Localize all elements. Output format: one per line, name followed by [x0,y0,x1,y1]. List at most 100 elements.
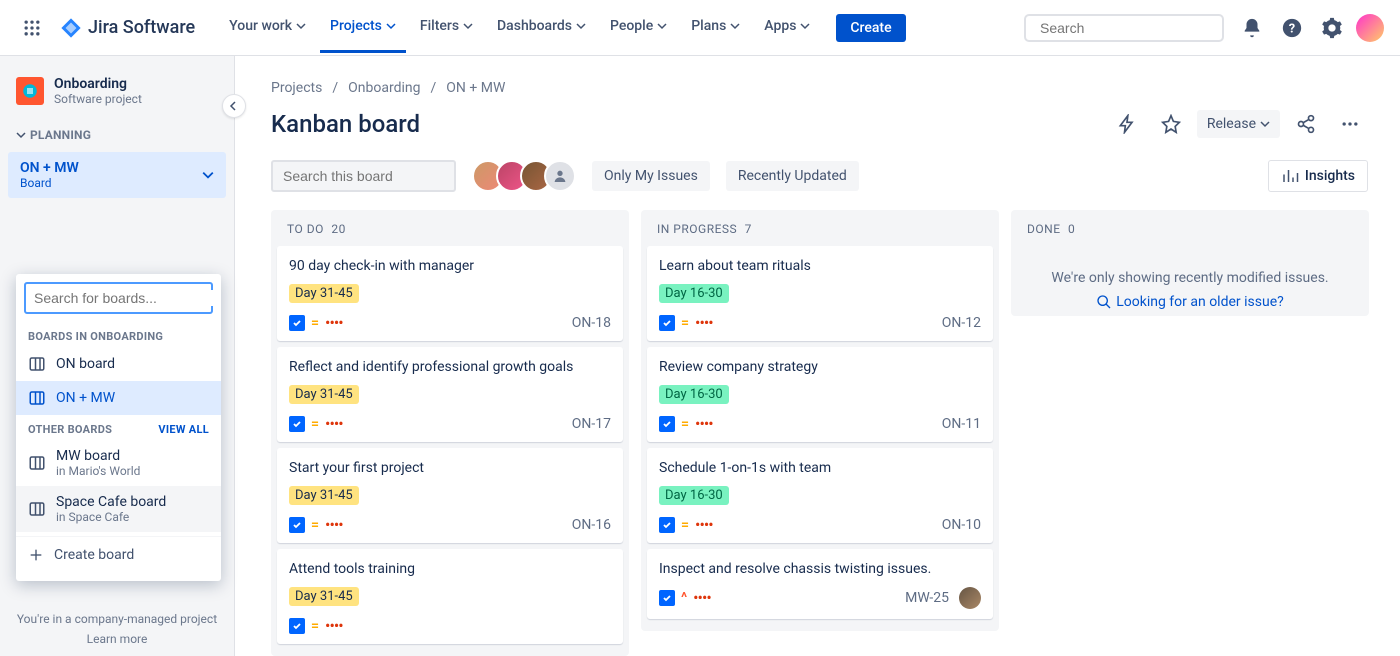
card-title: Inspect and resolve chassis twisting iss… [659,561,981,577]
dropdown-item-on-board[interactable]: ON board [16,347,221,381]
project-icon [16,77,44,105]
global-search[interactable] [1024,14,1224,42]
card-title: Start your first project [289,460,611,476]
priority-medium-icon: = [681,315,689,331]
dropdown-item-space-cafe[interactable]: Space Cafe board in Space Cafe [16,486,221,532]
board-selector[interactable]: ON + MW Board [8,152,226,198]
insights-button[interactable]: Insights [1268,160,1368,192]
jira-logo[interactable]: Jira Software [52,17,203,39]
issue-card[interactable]: Schedule 1-on-1s with team Day 16-30 = •… [647,448,993,543]
issue-key: ON-16 [572,517,611,533]
sidebar-footer-text: You're in a company-managed project [8,612,226,626]
issue-card[interactable]: Attend tools training Day 31-45 = •••• [277,549,623,644]
card-tag: Day 31-45 [289,284,359,303]
learn-more-link[interactable]: Learn more [8,632,226,646]
main-content: Projects / Onboarding / ON + MW Kanban b… [235,56,1400,656]
nav-links: Your work Projects Filters Dashboards Pe… [219,2,820,53]
dropdown-label-boards-in: BOARDS IN ONBOARDING [16,322,221,347]
card-title: Reflect and identify professional growth… [289,359,611,375]
board-search-input[interactable] [34,290,215,306]
breadcrumb-projects[interactable]: Projects [271,80,322,96]
issue-card[interactable]: Reflect and identify professional growth… [277,347,623,442]
nav-your-work[interactable]: Your work [219,2,316,53]
create-button[interactable]: Create [836,14,905,42]
story-points-icon: •••• [695,517,713,533]
issue-card[interactable]: 90 day check-in with manager Day 31-45 =… [277,246,623,341]
dropdown-item-on-mw[interactable]: ON + MW [16,381,221,415]
nav-plans[interactable]: Plans [681,2,750,53]
card-tag: Day 16-30 [659,486,729,505]
nav-filters[interactable]: Filters [410,2,483,53]
board-icon [28,500,46,518]
recently-updated-button[interactable]: Recently Updated [726,161,859,191]
dropdown-item-mw-board[interactable]: MW board in Mario's World [16,440,221,486]
priority-medium-icon: = [311,618,319,634]
notifications-icon[interactable] [1236,12,1268,44]
board-search-field[interactable] [24,282,213,314]
settings-icon[interactable] [1316,12,1348,44]
kanban-column: IN PROGRESS 7 Learn about team rituals D… [641,210,999,631]
story-points-icon: •••• [693,590,711,606]
sidebar-collapse-button[interactable] [222,94,246,118]
chart-icon [1281,167,1299,185]
nav-apps[interactable]: Apps [754,2,820,53]
release-button[interactable]: Release [1197,110,1280,138]
column-header: IN PROGRESS 7 [647,222,993,246]
app-switcher-icon[interactable] [16,12,48,44]
task-type-icon [659,590,675,606]
board-icon [28,454,46,472]
task-type-icon [289,618,305,634]
older-issue-link[interactable]: Looking for an older issue? [1017,294,1363,310]
more-icon[interactable] [1332,106,1368,142]
plus-icon [28,547,44,563]
kanban-column: TO DO 20 90 day check-in with manager Da… [271,210,629,656]
breadcrumb-board[interactable]: ON + MW [446,80,505,96]
board-selector-sub: Board [20,176,79,190]
global-search-input[interactable] [1040,20,1221,36]
search-icon [1096,294,1112,310]
nav-projects[interactable]: Projects [320,2,406,53]
issue-card[interactable]: Review company strategy Day 16-30 = ••••… [647,347,993,442]
priority-high-icon: ^ [681,594,687,602]
page-title: Kanban board [271,110,420,138]
card-title: Review company strategy [659,359,981,375]
story-points-icon: •••• [325,618,343,634]
project-type: Software project [54,92,142,106]
sidebar-section-planning[interactable]: PLANNING [8,122,226,148]
dropdown-label-other: OTHER BOARDS VIEW ALL [16,415,221,440]
breadcrumb-onboarding[interactable]: Onboarding [348,80,420,96]
board-selector-name: ON + MW [20,160,79,176]
create-board-button[interactable]: Create board [16,536,221,573]
profile-avatar[interactable] [1356,14,1384,42]
help-icon[interactable]: ? [1276,12,1308,44]
priority-medium-icon: = [681,416,689,432]
issue-card[interactable]: Inspect and resolve chassis twisting iss… [647,549,993,619]
priority-medium-icon: = [681,517,689,533]
issue-card[interactable]: Learn about team rituals Day 16-30 = •••… [647,246,993,341]
only-my-issues-button[interactable]: Only My Issues [592,161,710,191]
priority-medium-icon: = [311,416,319,432]
story-points-icon: •••• [325,416,343,432]
project-header[interactable]: Onboarding Software project [8,76,226,122]
nav-people[interactable]: People [600,2,677,53]
issue-card[interactable]: Start your first project Day 31-45 = •••… [277,448,623,543]
add-people-button[interactable] [544,160,576,192]
star-icon[interactable] [1153,106,1189,142]
story-points-icon: •••• [695,315,713,331]
board-dropdown: BOARDS IN ONBOARDING ON board ON + MW OT… [16,274,221,581]
issue-key: ON-12 [942,315,981,331]
board-search-box[interactable] [271,160,456,192]
share-icon[interactable] [1288,106,1324,142]
task-type-icon [659,416,675,432]
issue-key: ON-11 [942,416,981,432]
card-title: Schedule 1-on-1s with team [659,460,981,476]
view-all-link[interactable]: VIEW ALL [158,423,209,436]
card-title: Attend tools training [289,561,611,577]
story-points-icon: •••• [325,315,343,331]
task-type-icon [289,315,305,331]
automation-icon[interactable] [1109,106,1145,142]
assignee-avatar [959,587,981,609]
nav-dashboards[interactable]: Dashboards [487,2,596,53]
board-search-input-main[interactable] [283,168,464,184]
board-icon [28,355,46,373]
